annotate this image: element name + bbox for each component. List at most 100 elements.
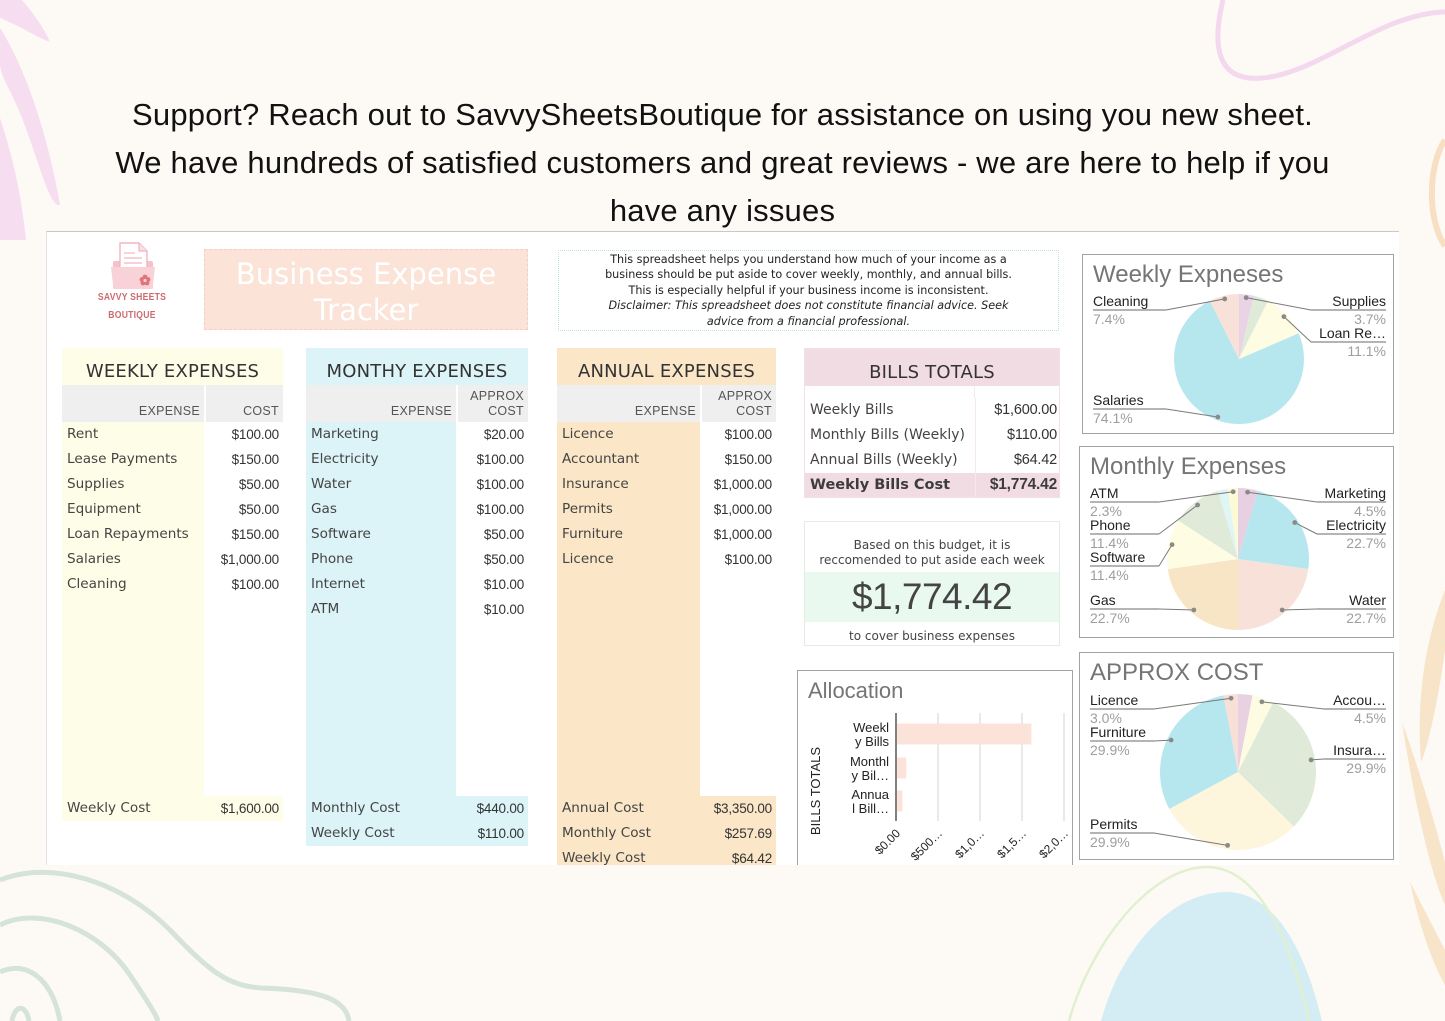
cost-cell[interactable]: $150.00 — [204, 522, 283, 547]
expense-cell[interactable]: Lease Payments — [62, 447, 204, 472]
expense-cell[interactable]: Internet — [306, 572, 456, 597]
bill-value[interactable]: $1,600.00 — [975, 398, 1059, 423]
description-line: business should be put aside to cover we… — [605, 268, 1012, 282]
cost-cell[interactable]: $100.00 — [700, 547, 776, 572]
total-value[interactable]: $1,774.42 — [975, 473, 1059, 497]
banner-line: Support? Reach out to SavvySheetsBoutiqu… — [132, 97, 1313, 132]
cost-cell[interactable]: $10.00 — [456, 597, 528, 622]
slice-label: Loan Re… — [1319, 325, 1386, 341]
cost-cell[interactable]: $50.00 — [456, 522, 528, 547]
cost-cell[interactable]: $1,000.00 — [204, 547, 283, 572]
bill-label[interactable]: Weekly Bills — [805, 398, 975, 423]
expense-cell[interactable]: Phone — [306, 547, 456, 572]
expense-cell[interactable]: Supplies — [62, 472, 204, 497]
cost-cell[interactable]: $1,000.00 — [700, 472, 776, 497]
expense-cell[interactable]: Loan Repayments — [62, 522, 204, 547]
leader-dot — [1259, 699, 1265, 705]
expense-cell[interactable]: Rent — [62, 422, 204, 447]
leader-dot — [1169, 542, 1175, 548]
slice-percent: 4.5% — [1354, 710, 1386, 726]
column-header-cost[interactable]: APPROX COST — [456, 385, 528, 422]
cost-cell[interactable]: $150.00 — [700, 447, 776, 472]
slice-percent: 3.0% — [1090, 710, 1122, 726]
disclaimer-line: Disclaimer: This spreadsheet does not co… — [608, 299, 1009, 313]
expense-cell[interactable]: Salaries — [62, 547, 204, 572]
bill-value[interactable]: $110.00 — [975, 423, 1059, 448]
cost-cell[interactable]: $100.00 — [204, 572, 283, 597]
x-tick-label: $0.00 — [872, 826, 903, 857]
bill-label[interactable]: Monthly Bills (Weekly) — [805, 423, 975, 448]
bill-label[interactable]: Annual Bills (Weekly) — [805, 448, 975, 473]
expense-cell[interactable]: Software — [306, 522, 456, 547]
column-header-expense[interactable]: EXPENSE — [557, 385, 700, 422]
cost-cell[interactable]: $1,000.00 — [700, 497, 776, 522]
total-label: Weekly Cost — [557, 846, 700, 865]
monthly-expenses-pie-chart[interactable]: Monthly Expenses Marketing 4.5% Electricit… — [1079, 446, 1394, 638]
expense-cell[interactable]: Equipment — [62, 497, 204, 522]
pie-slices — [1174, 294, 1304, 424]
bar-annual-bills-weekly[interactable] — [897, 790, 903, 812]
header-label: EXPENSE — [138, 404, 200, 418]
bar-weekly-bills[interactable] — [897, 723, 1032, 745]
recommended-amount: $1,774.42 — [851, 576, 1013, 617]
expense-cell[interactable]: Licence — [557, 547, 700, 572]
table-row: Furniture $1,000.00 — [557, 522, 776, 547]
cost-cell[interactable]: $100.00 — [456, 447, 528, 472]
pie-slice-gas[interactable] — [1167, 559, 1238, 630]
expense-cell[interactable]: Cleaning — [62, 572, 204, 597]
support-banner: Support? Reach out to SavvySheetsBoutiqu… — [0, 91, 1445, 235]
pie-slices — [1167, 488, 1309, 630]
cost-cell[interactable]: $100.00 — [700, 422, 776, 447]
leader-dot — [1230, 489, 1236, 495]
empty-rows[interactable] — [306, 622, 528, 796]
cost-cell[interactable]: $10.00 — [456, 572, 528, 597]
column-header-expense[interactable]: EXPENSE — [306, 385, 456, 422]
table-header-row: EXPENSE COST — [62, 385, 283, 422]
table-title: MONTHY EXPENSES — [306, 348, 528, 385]
weekly-expenses-pie-chart[interactable]: Weekly Expneses Supplies 3.7% Loan Re… 11.1… — [1082, 254, 1394, 434]
empty-rows[interactable] — [62, 597, 283, 796]
expense-cell[interactable]: Furniture — [557, 522, 700, 547]
cost-cell[interactable]: $150.00 — [204, 447, 283, 472]
expense-cell[interactable]: Licence — [557, 422, 700, 447]
expense-cell[interactable]: Permits — [557, 497, 700, 522]
cost-cell[interactable]: $100.00 — [456, 497, 528, 522]
header-label: APPROX — [718, 389, 772, 403]
column-header-expense[interactable]: EXPENSE — [62, 385, 204, 422]
expense-cell[interactable]: Marketing — [306, 422, 456, 447]
table-title: WEEKLY EXPENSES — [62, 348, 283, 385]
empty-rows[interactable] — [557, 572, 776, 796]
cost-cell[interactable]: $50.00 — [204, 472, 283, 497]
slice-percent: 2.3% — [1090, 503, 1122, 519]
expense-cell[interactable]: Insurance — [557, 472, 700, 497]
bill-value[interactable]: $64.42 — [975, 448, 1059, 473]
expense-cell[interactable]: Electricity — [306, 447, 456, 472]
table-row: Software $50.00 — [306, 522, 528, 547]
table-row: Licence $100.00 — [557, 422, 776, 447]
pie-slice-water[interactable] — [1238, 559, 1309, 630]
bar-monthly-bills-weekly[interactable] — [897, 757, 907, 779]
cost-cell[interactable]: $20.00 — [456, 422, 528, 447]
header-label: COST — [736, 404, 772, 418]
expense-cell[interactable]: ATM — [306, 597, 456, 622]
expense-cell[interactable]: Accountant — [557, 447, 700, 472]
slice-percent: 22.7% — [1346, 535, 1386, 551]
expense-cell[interactable]: Water — [306, 472, 456, 497]
approx-cost-pie-chart[interactable]: APPROX COST Accou… 4.5% Insura… 29.9% Permit… — [1079, 652, 1394, 860]
cost-cell[interactable]: $100.00 — [204, 422, 283, 447]
allocation-bar-chart[interactable]: Allocation $0.00 $500… $1,0… $1,5… $2,0… Week… — [797, 670, 1073, 865]
slice-label: Water — [1349, 592, 1386, 608]
cost-cell[interactable]: $1,000.00 — [700, 522, 776, 547]
slice-percent: 11.4% — [1090, 535, 1129, 551]
cost-cell[interactable]: $50.00 — [204, 497, 283, 522]
cost-cell[interactable]: $100.00 — [456, 472, 528, 497]
column-header-cost[interactable]: COST — [204, 385, 283, 422]
total-label: Monthly Cost — [306, 796, 456, 821]
table-row: Licence $100.00 — [557, 547, 776, 572]
total-label[interactable]: Weekly Bills Cost — [805, 473, 975, 497]
table-row: Equipment $50.00 — [62, 497, 283, 522]
header-label: COST — [243, 404, 279, 418]
cost-cell[interactable]: $50.00 — [456, 547, 528, 572]
expense-cell[interactable]: Gas — [306, 497, 456, 522]
column-header-cost[interactable]: APPROX COST — [700, 385, 776, 422]
